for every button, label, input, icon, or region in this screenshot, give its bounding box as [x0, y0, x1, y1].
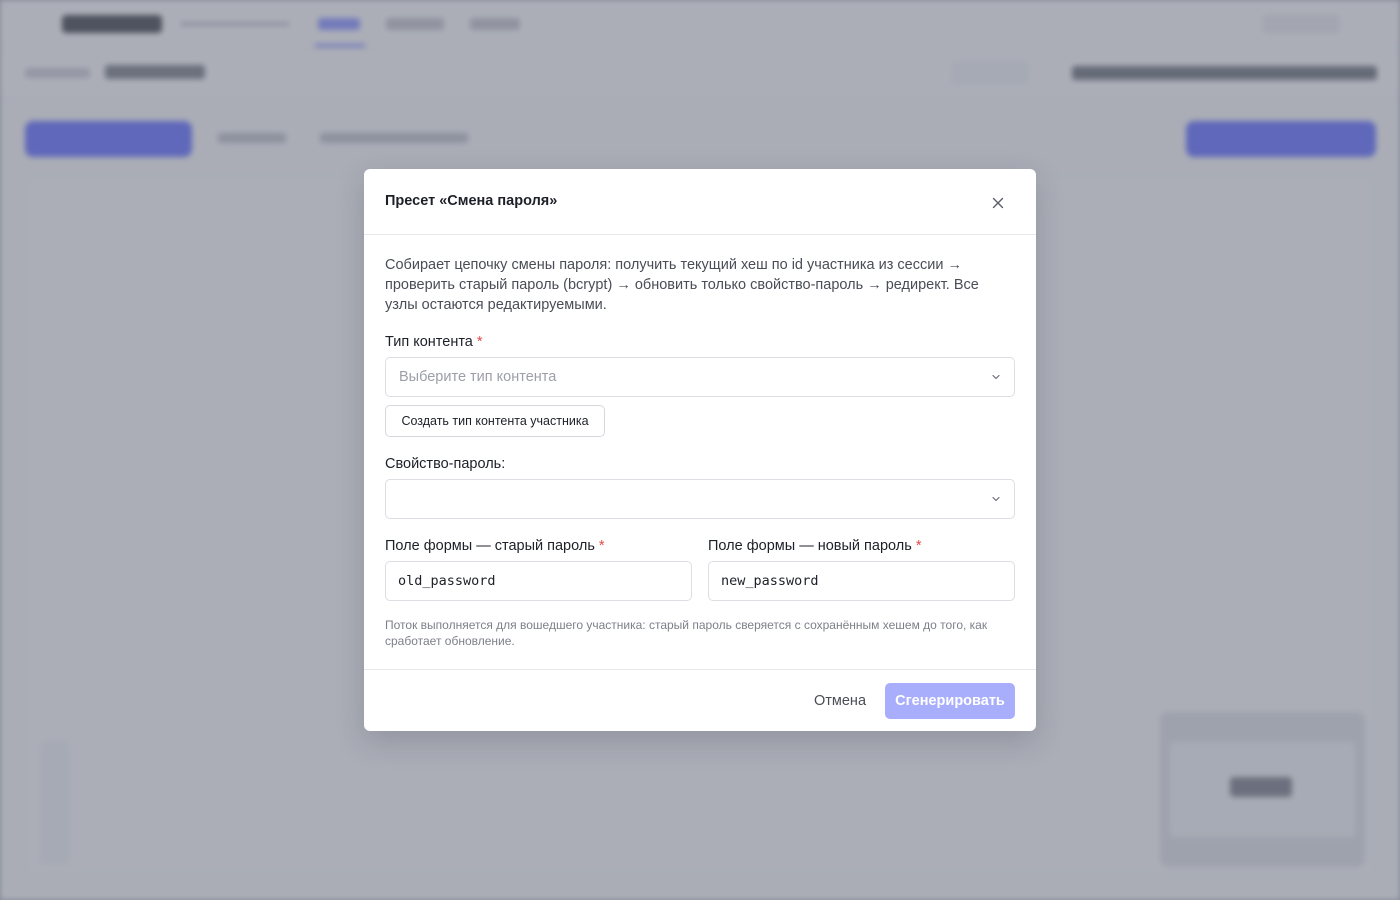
generate-button[interactable]: Сгенерировать: [885, 683, 1015, 719]
close-icon: [992, 197, 1004, 209]
create-content-type-button[interactable]: Создать тип контента участника: [385, 405, 605, 437]
password-property-select[interactable]: [385, 479, 1015, 519]
content-type-label-text: Тип контента: [385, 334, 473, 350]
content-type-placeholder: Выберите тип контента: [399, 369, 557, 385]
required-mark: *: [598, 538, 605, 554]
chevron-down-icon: [992, 496, 1000, 502]
password-property-label: Свойство-пароль:: [385, 456, 506, 472]
old-password-label-text: Поле формы — старый пароль: [385, 538, 595, 554]
new-password-label: Поле формы — новый пароль *: [708, 538, 921, 554]
required-mark: *: [476, 334, 483, 350]
old-password-label: Поле формы — старый пароль *: [385, 538, 605, 554]
close-button[interactable]: [985, 190, 1011, 216]
dialog-footer: Отмена Сгенерировать: [364, 669, 1036, 731]
dialog-header: Пресет «Смена пароля»: [364, 169, 1036, 235]
chevron-down-icon: [992, 374, 1000, 380]
cancel-button[interactable]: Отмена: [804, 683, 876, 719]
preset-dialog: Пресет «Смена пароля» Собирает цепочку с…: [364, 169, 1036, 731]
dialog-title: Пресет «Смена пароля»: [385, 193, 558, 209]
dialog-hint: Поток выполняется для вошедшего участник…: [385, 618, 988, 648]
content-type-select[interactable]: Выберите тип контента: [385, 357, 1015, 397]
new-password-field-input[interactable]: [708, 561, 1015, 601]
content-type-label: Тип контента *: [385, 334, 483, 350]
required-mark: *: [915, 538, 922, 554]
dialog-description: Собирает цепочку смены пароля: получить …: [385, 257, 979, 313]
old-password-field-input[interactable]: [385, 561, 692, 601]
new-password-label-text: Поле формы — новый пароль: [708, 538, 912, 554]
